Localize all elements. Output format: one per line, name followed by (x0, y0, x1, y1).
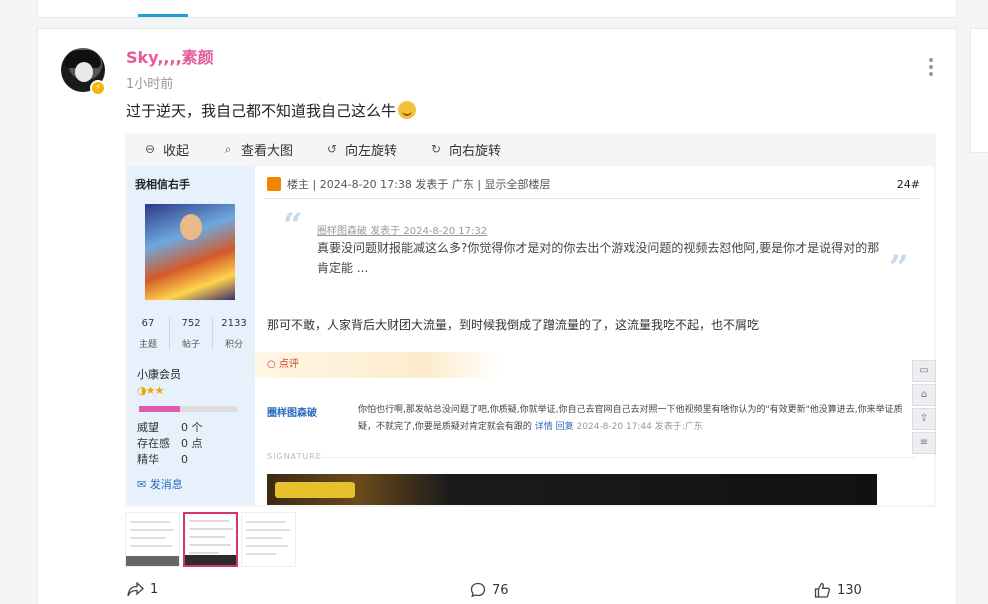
post-time: 1小时前 (126, 77, 174, 92)
image-viewer: ⊖ 收起 ⌕ 查看大图 ↺ 向左旋转 ↻ 向右旋转 我相信右手 67 主题 752… (125, 133, 936, 507)
verified-badge-icon: ⚡ (90, 80, 106, 96)
quote-meta: 圈样图森破 发表于 2024-8-20 17:32 (317, 226, 488, 237)
collapse-icon: ⊖ (144, 142, 156, 156)
thumbnail[interactable] (125, 512, 180, 567)
rotate-left-icon: ↺ (327, 142, 338, 156)
view-large-button[interactable]: ⌕ 查看大图 (221, 140, 293, 159)
forum-user-avatar (145, 204, 235, 300)
collapse-button[interactable]: ⊖ 收起 (143, 140, 189, 159)
post-actions: 1 76 130 (0, 582, 988, 602)
floor-number: 24# (896, 178, 920, 191)
rotate-right-label: 向右旋转 (449, 143, 502, 159)
share-button[interactable]: 1 (127, 582, 158, 597)
comment-button[interactable]: 76 (470, 582, 509, 598)
reply-text: 那可不敢，人家背后大财团大流量，到时候我倒成了蹭流量的了，这流量我吃不起，也不屑… (267, 318, 760, 332)
quote-close-icon: ” (889, 248, 909, 288)
stat-posts: 752 帖子 (170, 318, 213, 350)
like-button[interactable]: 130 (814, 582, 862, 598)
send-message-link: ✉ 发消息 (137, 478, 183, 491)
forum-username: 我相信右手 (135, 178, 190, 191)
share-icon (127, 582, 144, 597)
floating-side-buttons: ▭ ⌂ ⇪ ≡ (912, 360, 936, 456)
divider (265, 198, 920, 199)
level-stars-icon: ◑★★ (137, 384, 164, 397)
signature-divider: SIGNATURE (267, 452, 913, 461)
post-text: 过于逆天，我自己都不知道我自己这么牛 (126, 100, 417, 121)
signature-image (267, 474, 877, 505)
viewer-toolbar: ⊖ 收起 ⌕ 查看大图 ↺ 向左旋转 ↻ 向右旋转 (125, 133, 936, 165)
thumbnail[interactable] (241, 512, 296, 567)
active-tab-indicator (138, 14, 188, 17)
image-thumbnails (125, 512, 299, 567)
member-level: 小康会员 (137, 368, 181, 381)
laugh-emoji-icon (398, 101, 417, 119)
forum-post-body: 楼主 | 2024-8-20 17:38 发表于 广东 | 显示全部楼层 24#… (255, 166, 934, 505)
stat-topics: 67 主题 (127, 318, 170, 350)
rotate-right-button[interactable]: ↻ 向右旋转 (429, 140, 501, 159)
share-icon[interactable]: ⇪ (912, 408, 936, 430)
collapse-label: 收起 (163, 143, 190, 159)
comment-text: 你怕也行啊,那发帖总没问题了吧,你质疑,你就举证,你自己去官网自己去对照一下他视… (358, 405, 903, 432)
comment-icon[interactable]: ▭ (912, 360, 936, 382)
zoom-icon: ⌕ (224, 142, 232, 156)
rotate-left-label: 向左旋转 (345, 143, 398, 159)
post-image[interactable]: 我相信右手 67 主题 752 帖子 2133 积分 小康会员 ◑★★ 威望 0 个 存… (127, 166, 934, 505)
more-options-icon[interactable] (924, 58, 938, 78)
post-username[interactable]: Sky,,,,素颜 (126, 44, 214, 68)
quote-text: 真要没问题财报能减这么多?你觉得你才是对的你去出个游戏没问题的视频去怼他阿,要是… (317, 241, 880, 275)
comment-username: 圈样图森破 (267, 408, 317, 419)
forum-post-header: 楼主 | 2024-8-20 17:38 发表于 广东 | 显示全部楼层 (267, 176, 551, 192)
comment-section-header: ○ 点评 (255, 352, 500, 378)
side-panel (970, 28, 988, 153)
back-to-top-icon[interactable]: ⌂ (912, 384, 936, 406)
owner-icon (267, 177, 281, 191)
quote-open-icon: “ (283, 206, 303, 246)
forum-user-panel: 我相信右手 67 主题 752 帖子 2133 积分 小康会员 ◑★★ 威望 0 个 存… (127, 166, 255, 505)
user-props: 威望 0 个 存在感 0 点 精华 0 (137, 421, 203, 466)
comment-icon (470, 582, 486, 598)
avatar-face (75, 62, 93, 82)
rotate-left-button[interactable]: ↺ 向左旋转 (325, 140, 397, 159)
rotate-right-icon: ↻ (431, 142, 442, 156)
level-progress (139, 406, 237, 412)
forum-user-stats: 67 主题 752 帖子 2133 积分 (127, 318, 255, 350)
list-icon[interactable]: ≡ (912, 432, 936, 454)
stat-points: 2133 积分 (221, 318, 247, 350)
thumbs-up-icon (814, 582, 831, 598)
view-large-label: 查看大图 (241, 143, 294, 159)
thumbnail-active[interactable] (183, 512, 238, 567)
